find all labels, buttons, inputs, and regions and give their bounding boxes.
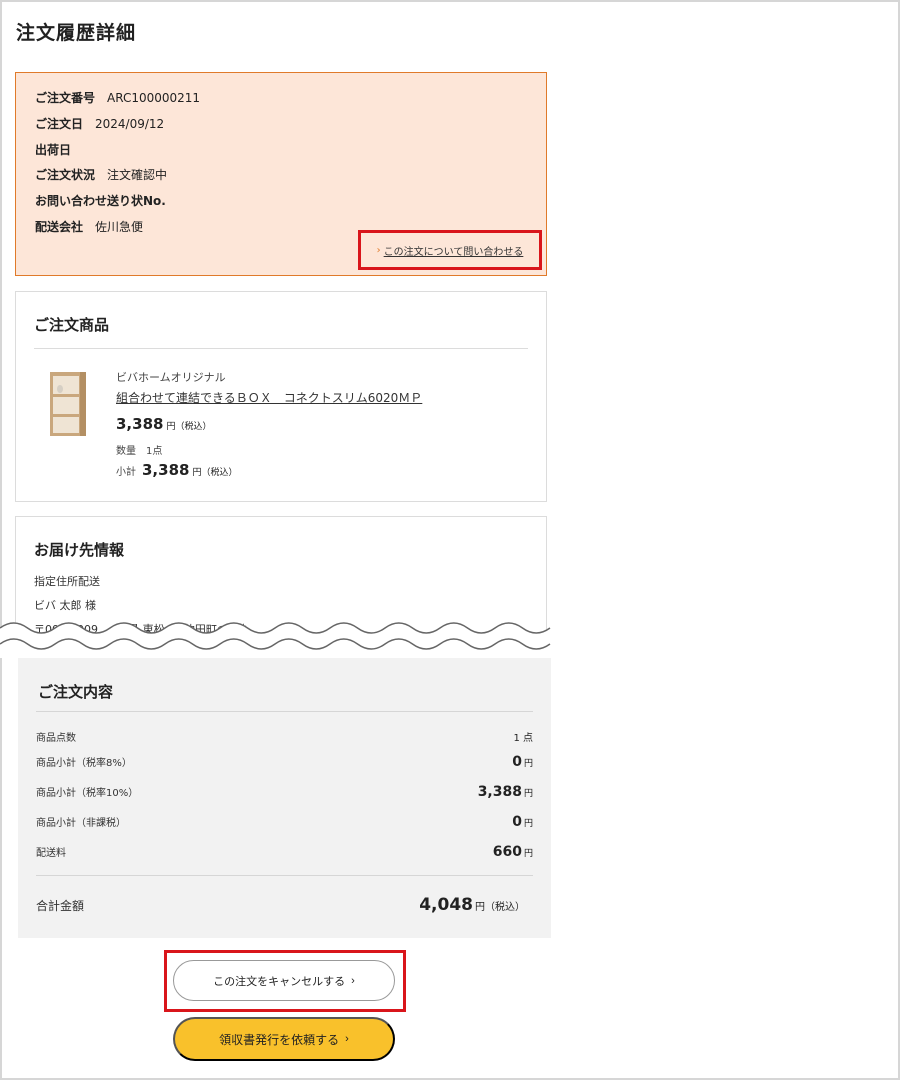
- cancel-order-button[interactable]: この注文をキャンセルする ›: [173, 960, 395, 1001]
- chevron-right-icon: ›: [376, 244, 381, 256]
- ship-date-row: 出荷日: [35, 141, 83, 158]
- summary-row-non-taxable: 商品小計（非課税） 0円: [36, 814, 533, 830]
- product-quantity: 数量 1点: [116, 442, 162, 457]
- summary-total-row: 合計金額 4,048 円（税込）: [36, 895, 525, 915]
- delivery-method: 指定住所配送: [34, 575, 100, 588]
- non-taxable-label: 商品小計（非課税）: [36, 818, 126, 829]
- order-date-row: ご注文日 2024/09/12: [35, 115, 164, 132]
- product-price-value: 3,388: [116, 415, 164, 433]
- delivery-title: お届け先情報: [34, 541, 125, 559]
- order-items-card: ご注文商品 ビバホームオリジナル 組合わせて連結できるＢＯＸ コネクトスリム60…: [15, 291, 547, 502]
- item-count-value: 1 点: [513, 733, 533, 744]
- order-date-value: 2024/09/12: [95, 117, 165, 131]
- quantity-label: 数量: [116, 446, 136, 457]
- total-value: 4,048 円（税込）: [419, 895, 525, 915]
- page-title: 注文履歴詳細: [16, 22, 137, 44]
- summary-row-subtotal-10: 商品小計（税率10%） 3,388 円: [36, 784, 533, 800]
- shipping-label: 配送料: [36, 848, 66, 859]
- ship-date-label: 出荷日: [35, 143, 72, 157]
- order-summary: ご注文内容 商品点数 1 点 商品小計（税率8%） 0円 商品小計（税率10%）…: [18, 658, 551, 938]
- summary-row-shipping: 配送料 660 円: [36, 844, 533, 860]
- order-items-title: ご注文商品: [34, 316, 110, 334]
- inquiry-link[interactable]: この注文について問い合わせる: [384, 243, 524, 258]
- quantity-value: 1点: [146, 446, 163, 457]
- wavy-cut-divider: [0, 622, 560, 658]
- order-number-value: ARC100000211: [107, 91, 201, 105]
- cancel-order-label: この注文をキャンセルする: [213, 975, 346, 988]
- shipping-value: 660 円: [492, 844, 533, 860]
- divider: [36, 875, 533, 876]
- request-receipt-label: 領収書発行を依頼する: [219, 1032, 340, 1047]
- subtotal-label: 小計: [116, 467, 136, 478]
- order-number-label: ご注文番号: [35, 91, 96, 105]
- subtotal-8-value: 0円: [512, 754, 533, 770]
- product-price-unit: 円（税込）: [166, 422, 212, 432]
- subtotal-10-label: 商品小計（税率10%）: [36, 788, 139, 799]
- subtotal-8-label: 商品小計（税率8%）: [36, 758, 132, 769]
- summary-title: ご注文内容: [38, 683, 114, 701]
- subtotal-unit: 円（税込）: [192, 468, 238, 478]
- divider: [34, 348, 528, 349]
- carrier-value: 佐川急便: [95, 220, 144, 234]
- total-label: 合計金額: [36, 899, 85, 913]
- subtotal-value: 3,388: [142, 461, 190, 479]
- chevron-right-icon: ›: [345, 1033, 349, 1045]
- product-subtotal: 小計 3,388 円（税込）: [116, 461, 237, 479]
- product-image[interactable]: [36, 368, 96, 440]
- recipient-name: ビバ 太郎 様: [34, 599, 96, 612]
- product-brand: ビバホームオリジナル: [116, 371, 226, 384]
- order-status-label: ご注文状況: [35, 168, 96, 182]
- carrier-row: 配送会社 佐川急便: [35, 218, 143, 235]
- tracking-row: お問い合わせ送り状No.: [35, 192, 178, 209]
- summary-row-item-count: 商品点数 1 点: [36, 729, 533, 744]
- non-taxable-value: 0円: [512, 814, 533, 830]
- order-status-value: 注文確認中: [107, 168, 168, 182]
- request-receipt-button[interactable]: 領収書発行を依頼する ›: [173, 1017, 395, 1061]
- subtotal-10-value: 3,388 円: [477, 784, 533, 800]
- tracking-label: お問い合わせ送り状No.: [35, 194, 166, 208]
- carrier-label: 配送会社: [35, 220, 84, 234]
- order-date-label: ご注文日: [35, 117, 84, 131]
- divider: [36, 711, 533, 712]
- item-count-label: 商品点数: [36, 733, 76, 744]
- product-name-link[interactable]: 組合わせて連結できるＢＯＸ コネクトスリム6020ＭＰ: [116, 389, 422, 406]
- order-number-row: ご注文番号 ARC100000211: [35, 89, 200, 106]
- chevron-right-icon: ›: [351, 974, 355, 987]
- order-status-row: ご注文状況 注文確認中: [35, 166, 167, 183]
- summary-row-subtotal-8: 商品小計（税率8%） 0円: [36, 754, 533, 770]
- inquiry-link-highlight[interactable]: › この注文について問い合わせる: [358, 230, 542, 270]
- product-price: 3,388 円（税込）: [116, 415, 211, 433]
